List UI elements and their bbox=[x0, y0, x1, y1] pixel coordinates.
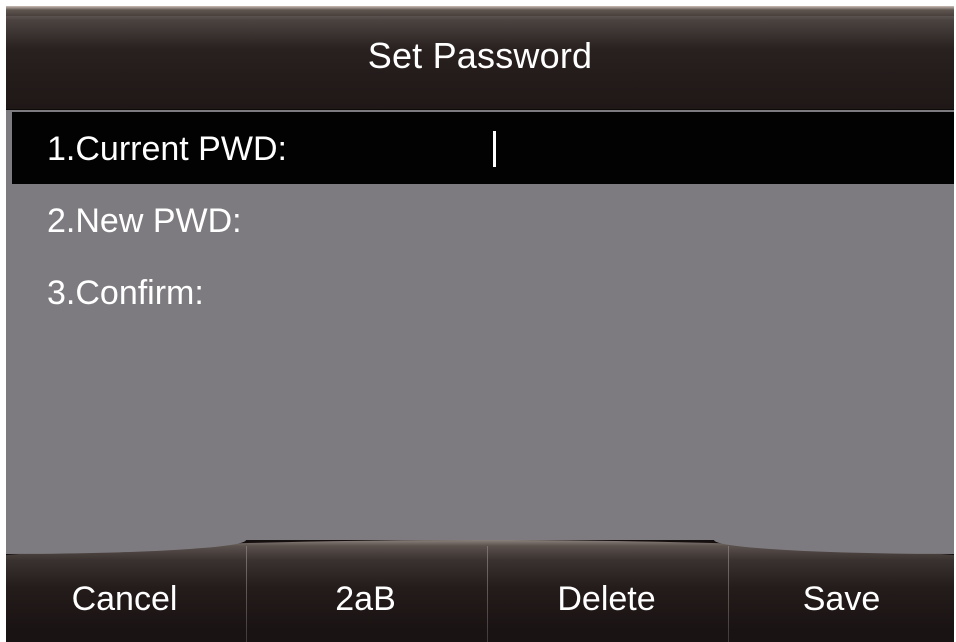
softkey-bar: Cancel 2aB Delete Save bbox=[6, 540, 954, 642]
input-mode-button-label: 2aB bbox=[335, 580, 396, 618]
confirm-password-label: 3.Confirm: bbox=[47, 274, 204, 312]
new-password-input[interactable] bbox=[488, 198, 908, 242]
text-cursor bbox=[493, 131, 496, 167]
title-bar: Set Password bbox=[6, 6, 954, 110]
save-button-label: Save bbox=[802, 580, 881, 618]
delete-button[interactable]: Delete bbox=[488, 540, 725, 642]
new-password-label: 2.New PWD: bbox=[47, 202, 242, 240]
field-row-current-password[interactable]: 1.Current PWD: bbox=[12, 112, 954, 184]
cancel-button-label: Cancel bbox=[71, 580, 178, 618]
cancel-button[interactable]: Cancel bbox=[6, 540, 243, 642]
password-field-list: 1.Current PWD: 2.New PWD: 3.Confirm: bbox=[12, 112, 954, 328]
current-password-input[interactable] bbox=[488, 126, 908, 170]
field-row-new-password[interactable]: 2.New PWD: bbox=[12, 184, 954, 256]
field-row-confirm-password[interactable]: 3.Confirm: bbox=[12, 256, 954, 328]
delete-button-label: Delete bbox=[557, 580, 656, 618]
current-password-label: 1.Current PWD: bbox=[47, 130, 287, 168]
confirm-password-input[interactable] bbox=[488, 270, 908, 314]
phone-screen: Set Password 1.Current PWD: 2.New PWD: 3… bbox=[6, 6, 954, 642]
input-mode-button[interactable]: 2aB bbox=[247, 540, 484, 642]
page-title: Set Password bbox=[367, 35, 593, 76]
save-button[interactable]: Save bbox=[729, 540, 954, 642]
